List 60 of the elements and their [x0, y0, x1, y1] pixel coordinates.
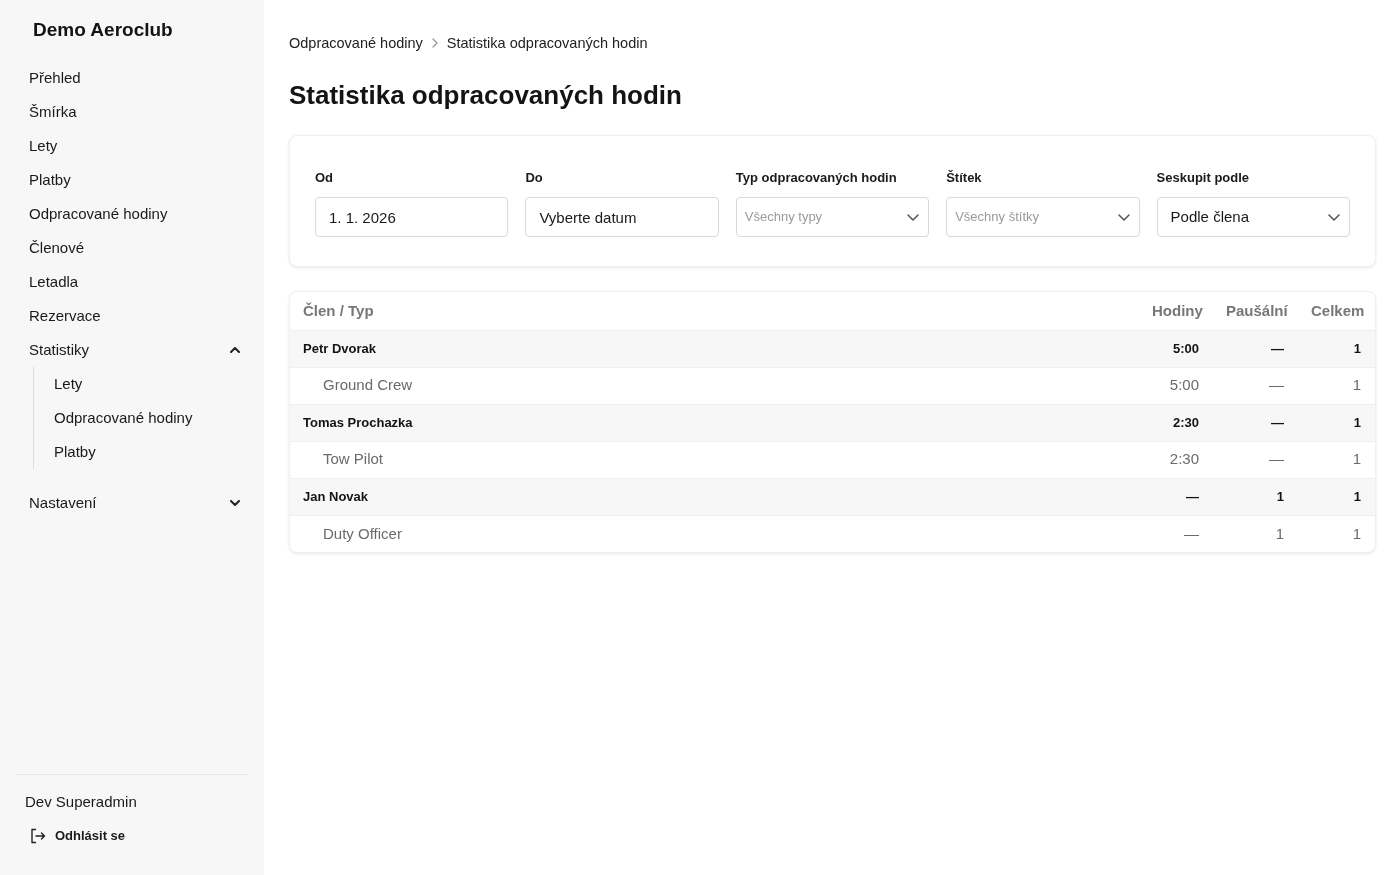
logout-button[interactable]: Odhlásit se	[30, 827, 126, 845]
table-cell: 2:30	[1139, 404, 1213, 441]
chevron-down-icon	[1328, 213, 1340, 221]
field-label: Do	[525, 170, 544, 186]
brand-title: Demo Aeroclub	[33, 18, 174, 42]
table-cell: Petr Dvorak	[290, 330, 1139, 367]
table-cell: —	[1213, 441, 1298, 478]
field-label: Štítek	[946, 170, 983, 186]
field-label: Seskupit podle	[1156, 170, 1251, 186]
column-header: Paušální	[1213, 292, 1298, 330]
chevron-down-icon	[1117, 213, 1130, 221]
table-cell: —	[1213, 404, 1298, 441]
table-cell: Ground Crew	[290, 367, 1139, 404]
nav-link[interactable]: Šmírka	[29, 102, 77, 122]
nav-link[interactable]: Lety	[54, 374, 83, 394]
table-cell: —	[1139, 478, 1213, 515]
table-cell: Duty Officer	[290, 515, 1139, 552]
nav-link[interactable]: Letadla	[29, 272, 79, 292]
nav-link[interactable]: Přehled	[29, 68, 81, 88]
table-cell: 1	[1298, 404, 1375, 441]
table-cell: 1	[1298, 478, 1375, 515]
table-cell: —	[1213, 330, 1298, 367]
column-header: Hodiny	[1139, 292, 1213, 330]
table-cell: Tomas Prochazka	[290, 404, 1139, 441]
nav-link[interactable]: Platby	[29, 170, 71, 190]
column-header: Člen / Typ	[290, 292, 1139, 330]
table-cell: 2:30	[1139, 441, 1213, 478]
date-field[interactable]: Vyberte datum	[525, 197, 719, 237]
table-cell: —	[1213, 367, 1298, 404]
nav-link[interactable]: Odpracované hodiny	[29, 204, 168, 224]
user-name: Dev Superadmin	[24, 792, 138, 812]
table-cell: 1	[1213, 515, 1298, 552]
table-cell: 1	[1298, 330, 1375, 367]
field-label: Od	[315, 170, 335, 186]
table-cell: 5:00	[1139, 330, 1213, 367]
nav-group-toggle[interactable]: Statistiky	[29, 333, 240, 367]
table-cell: 1	[1213, 478, 1298, 515]
table-cell: Tow Pilot	[290, 441, 1139, 478]
nav-link[interactable]: Členové	[29, 238, 85, 258]
logout-icon	[30, 828, 46, 844]
table-cell: 1	[1298, 367, 1375, 404]
table-cell: 1	[1298, 515, 1375, 552]
page-title: Statistika odpracovaných hodin	[289, 79, 683, 111]
nav-link[interactable]: Odpracované hodiny	[54, 408, 193, 428]
nav-link[interactable]: Platby	[54, 442, 96, 462]
dropdown[interactable]: Podle člena	[1156, 197, 1350, 237]
chevron-right-icon	[431, 38, 438, 48]
breadcrumb-current: Statistika odpracovaných hodin	[446, 34, 648, 53]
table-cell: —	[1139, 515, 1213, 552]
date-field[interactable]: 1. 1. 2026	[315, 197, 509, 237]
table-cell: Jan Novak	[290, 478, 1139, 515]
nav-link[interactable]: Lety	[29, 136, 58, 156]
breadcrumb-link[interactable]: Odpracované hodiny	[289, 33, 423, 53]
table-cell: 1	[1298, 441, 1375, 478]
chevron-down-icon	[907, 213, 920, 221]
table-cell: 5:00	[1139, 367, 1213, 404]
nav-link[interactable]: Rezervace	[29, 306, 101, 326]
nav-group-toggle[interactable]: Nastavení	[29, 486, 240, 520]
field-label: Typ odpracovaných hodin	[735, 170, 898, 186]
column-header: Celkem	[1298, 292, 1375, 330]
